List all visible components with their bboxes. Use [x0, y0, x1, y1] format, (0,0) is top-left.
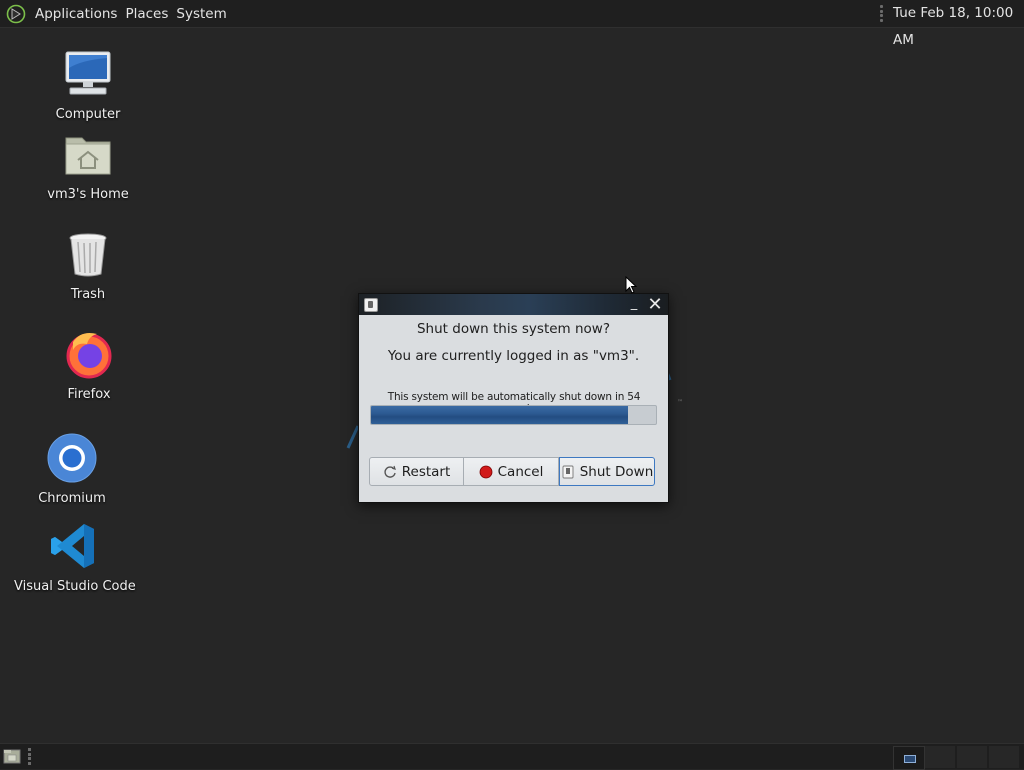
shut-down-label: Shut Down	[579, 463, 654, 480]
workspace-3[interactable]	[957, 746, 987, 768]
home-folder-icon	[65, 137, 111, 175]
desktop-icon-label: Trash	[70, 287, 106, 302]
clock[interactable]: Tue Feb 18, 10:00 AM	[893, 0, 1024, 48]
desktop-icon-home[interactable]: vm3's Home	[28, 128, 148, 202]
workspace-4[interactable]	[989, 746, 1019, 768]
restart-icon	[384, 465, 396, 478]
places-menu[interactable]: Places	[121, 6, 172, 22]
stop-icon	[479, 465, 493, 478]
workspace-2[interactable]	[925, 746, 955, 768]
desktop-icon-label: Chromium	[38, 491, 106, 506]
distro-logo-icon[interactable]	[6, 4, 26, 24]
top-panel: Applications Places System Tue Feb 18, 1…	[0, 0, 1024, 48]
panel-grip[interactable]	[880, 5, 884, 22]
countdown-progress-bar	[370, 405, 657, 425]
restart-label: Restart	[401, 463, 451, 480]
restart-button[interactable]: Restart	[369, 457, 464, 486]
minimize-button[interactable]: _	[627, 297, 641, 311]
close-button[interactable]: ✕	[647, 296, 663, 314]
system-menu[interactable]: System	[172, 6, 230, 22]
desktop-icon-trash[interactable]: Trash	[28, 228, 148, 302]
mouse-cursor-icon	[625, 276, 637, 294]
desktop-icon-computer[interactable]: Computer	[28, 48, 148, 122]
svg-text:™: ™	[677, 399, 683, 406]
cancel-label: Cancel	[497, 463, 544, 480]
cancel-button[interactable]: Cancel	[464, 457, 559, 486]
desktop-icon-label: Computer	[55, 107, 121, 122]
computer-icon	[65, 51, 111, 95]
panel-grip[interactable]	[28, 748, 32, 765]
power-icon	[562, 465, 574, 478]
shutdown-dialog: _ ✕ Shut down this system now? You are c…	[358, 293, 669, 503]
window-thumbnail	[904, 755, 916, 763]
dialog-question: Shut down this system now?	[416, 321, 611, 337]
workspace-1[interactable]	[893, 746, 925, 770]
firefox-icon	[66, 333, 112, 379]
progress-fill	[371, 406, 628, 424]
dialog-button-row: Restart Cancel Shut Down	[369, 457, 655, 488]
desktop-icon-label: Visual Studio Code	[14, 579, 136, 594]
bottom-panel	[0, 743, 1024, 770]
vscode-icon	[51, 524, 94, 568]
trash-icon	[69, 233, 107, 277]
power-app-icon[interactable]	[364, 298, 378, 312]
chromium-icon	[47, 433, 97, 483]
desktop-icon-firefox[interactable]: Firefox	[29, 328, 149, 402]
applications-menu[interactable]: Applications	[31, 6, 121, 22]
desktop-icon-vscode[interactable]: Visual Studio Code	[14, 520, 136, 594]
show-desktop-icon[interactable]	[3, 748, 21, 764]
shut-down-button[interactable]: Shut Down	[559, 457, 655, 486]
desktop-icon-label: vm3's Home	[47, 187, 129, 202]
dialog-titlebar[interactable]: _ ✕	[359, 294, 668, 315]
desktop-icon-label: Firefox	[67, 387, 111, 402]
desktop-icon-chromium[interactable]: Chromium	[12, 432, 132, 506]
dialog-subtitle: You are currently logged in as "vm3".	[387, 348, 640, 364]
